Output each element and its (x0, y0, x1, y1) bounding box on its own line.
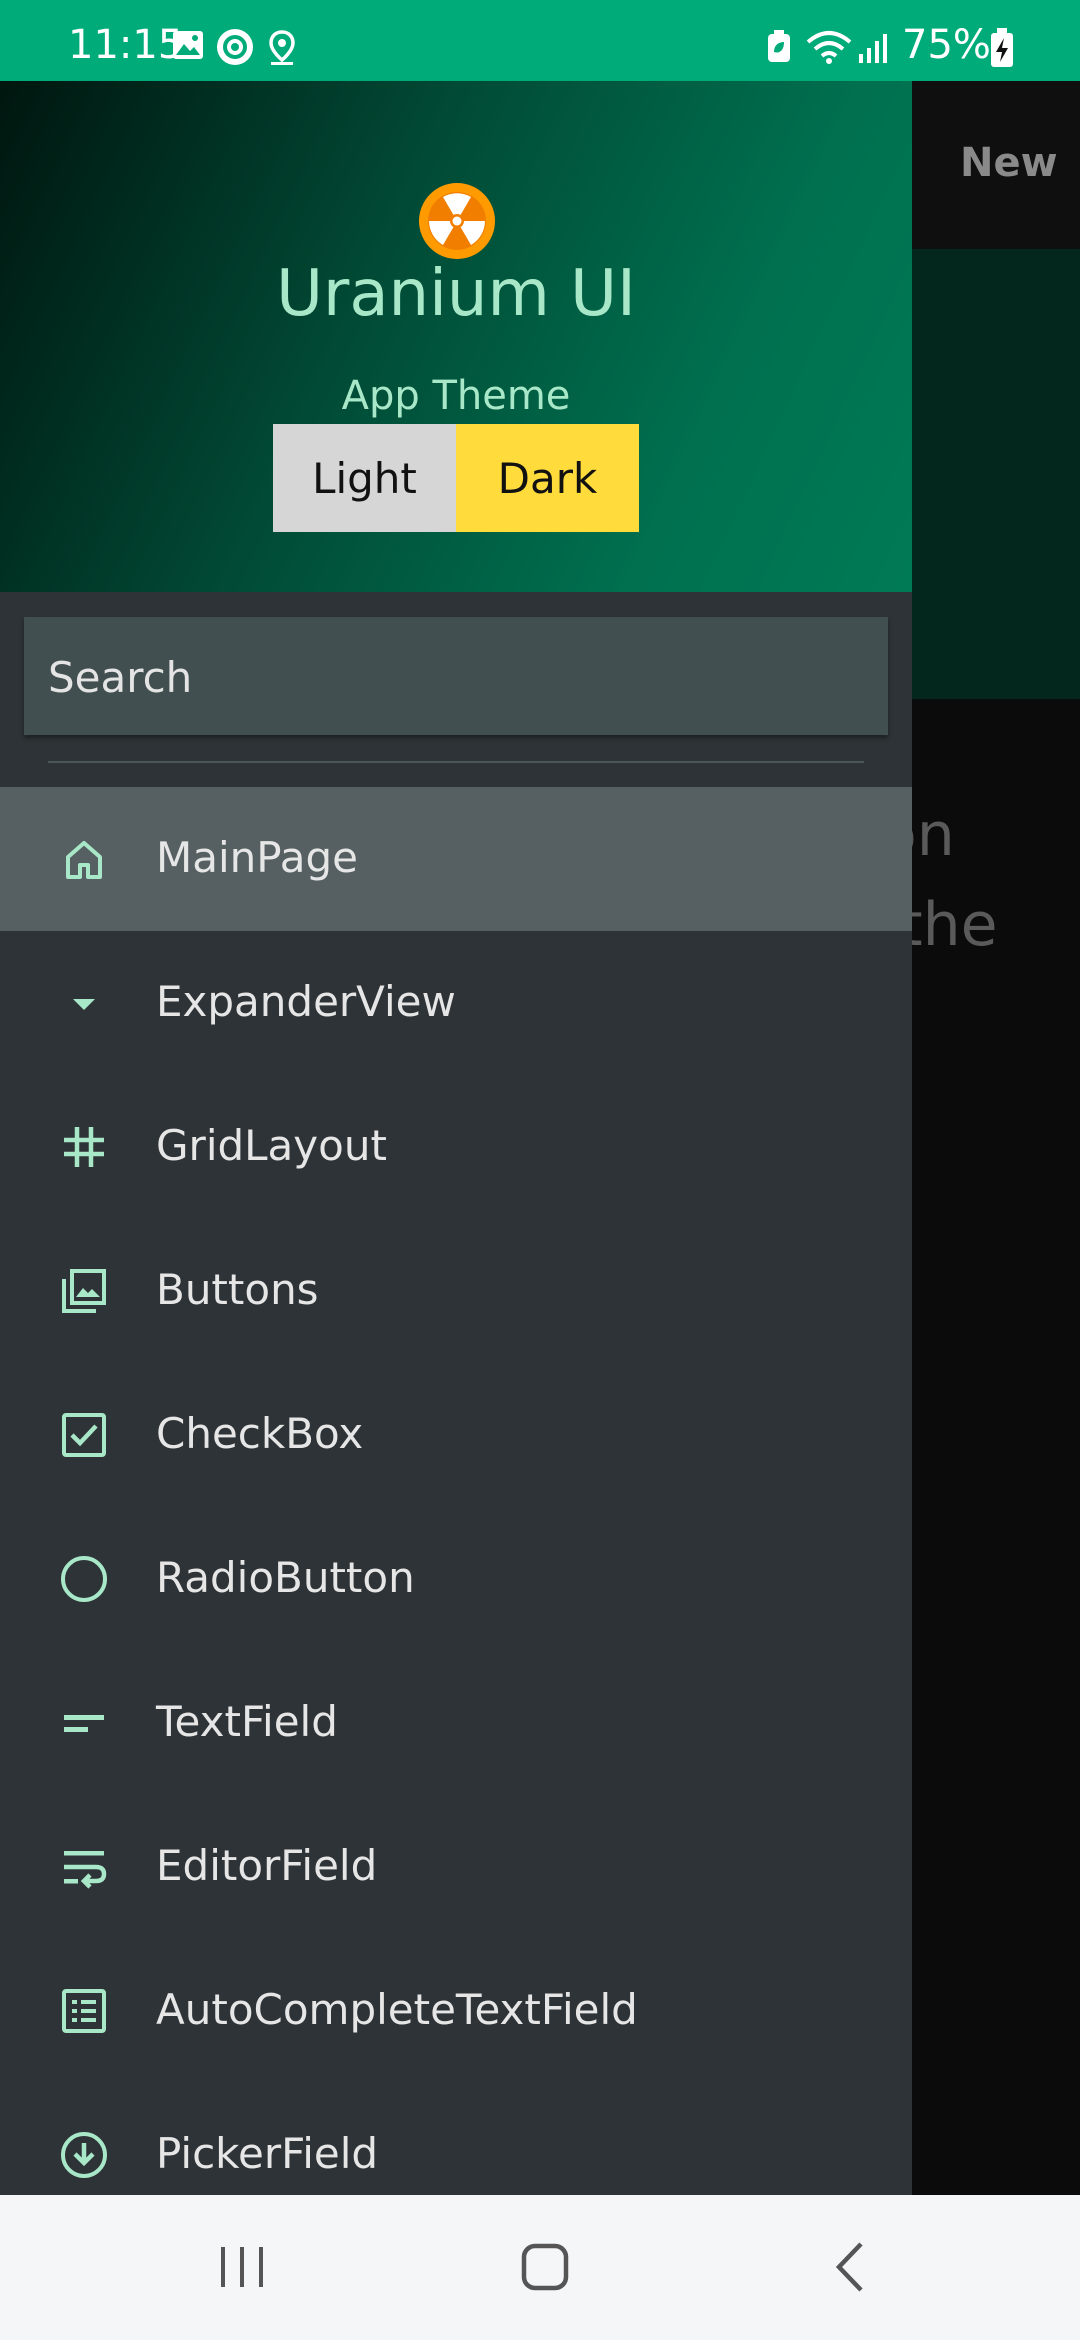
menu-item-label: PickerField (156, 2129, 379, 2178)
search-input[interactable]: Search (24, 617, 888, 735)
menu-item-gridlayout[interactable]: GridLayout (0, 1075, 912, 1219)
sync-icon (216, 28, 254, 70)
radio-circle-icon (60, 1555, 108, 1603)
arrow-drop-down-icon (60, 979, 108, 1027)
menu-item-mainpage[interactable]: MainPage (0, 787, 912, 931)
location-icon (268, 30, 296, 70)
recents-button[interactable] (207, 2235, 277, 2299)
menu-item-radiobutton[interactable]: RadioButton (0, 1507, 912, 1651)
menu-item-expanderview[interactable]: ExpanderView (0, 931, 912, 1075)
search-placeholder: Search (48, 653, 193, 702)
home-button[interactable] (510, 2235, 580, 2299)
menu-item-label: GridLayout (156, 1121, 387, 1170)
menu-item-pickerfield[interactable]: PickerField (0, 2083, 912, 2195)
checkbox-icon (60, 1411, 108, 1459)
arrow-circle-down-icon (60, 2131, 108, 2179)
theme-toggle: Light Dark (273, 424, 639, 532)
wifi-icon (806, 30, 852, 68)
menu-item-label: ExpanderView (156, 977, 456, 1026)
grid-hash-icon (60, 1123, 108, 1171)
menu-item-checkbox[interactable]: CheckBox (0, 1363, 912, 1507)
menu-item-label: AutoCompleteTextField (156, 1985, 638, 2034)
radiation-icon (419, 183, 495, 259)
theme-light-button[interactable]: Light (273, 424, 456, 532)
menu-item-buttons[interactable]: Buttons (0, 1219, 912, 1363)
battery-charging-icon (990, 28, 1014, 72)
menu-item-label: Buttons (156, 1265, 319, 1314)
system-nav-bar (0, 2195, 1080, 2340)
new-button[interactable]: New (960, 140, 1058, 186)
back-button[interactable] (815, 2235, 885, 2299)
menu-item-label: MainPage (156, 833, 358, 882)
status-bar: 11:15 75% (0, 0, 1080, 81)
theme-label: App Theme (341, 373, 571, 419)
wrap-text-icon (60, 1843, 108, 1891)
divider (48, 761, 864, 763)
list-alt-icon (60, 1987, 108, 2035)
menu-item-label: EditorField (156, 1841, 378, 1890)
home-icon (60, 835, 108, 883)
theme-dark-button[interactable]: Dark (456, 424, 639, 532)
app-title: Uranium UI (276, 257, 636, 331)
menu-item-editorfield[interactable]: EditorField (0, 1795, 912, 1939)
menu-item-label: TextField (156, 1697, 338, 1746)
battery-saver-icon (766, 30, 792, 68)
drawer-header: Uranium UI App Theme Light Dark (0, 81, 912, 592)
menu-item-textfield[interactable]: TextField (0, 1651, 912, 1795)
battery-percent: 75% (902, 22, 991, 68)
status-time: 11:15 (68, 22, 184, 68)
short-text-icon (60, 1699, 108, 1747)
photo-library-icon (60, 1267, 108, 1315)
menu-item-label: RadioButton (156, 1553, 415, 1602)
drawer-menu: MainPage ExpanderView GridLayout Buttons… (0, 787, 912, 2195)
background-hero (912, 249, 1080, 699)
image-icon (172, 30, 204, 64)
menu-item-autocompletetextfield[interactable]: AutoCompleteTextField (0, 1939, 912, 2083)
signal-icon (858, 32, 890, 68)
navigation-drawer: Uranium UI App Theme Light Dark Search M… (0, 81, 912, 2195)
menu-item-label: CheckBox (156, 1409, 364, 1458)
